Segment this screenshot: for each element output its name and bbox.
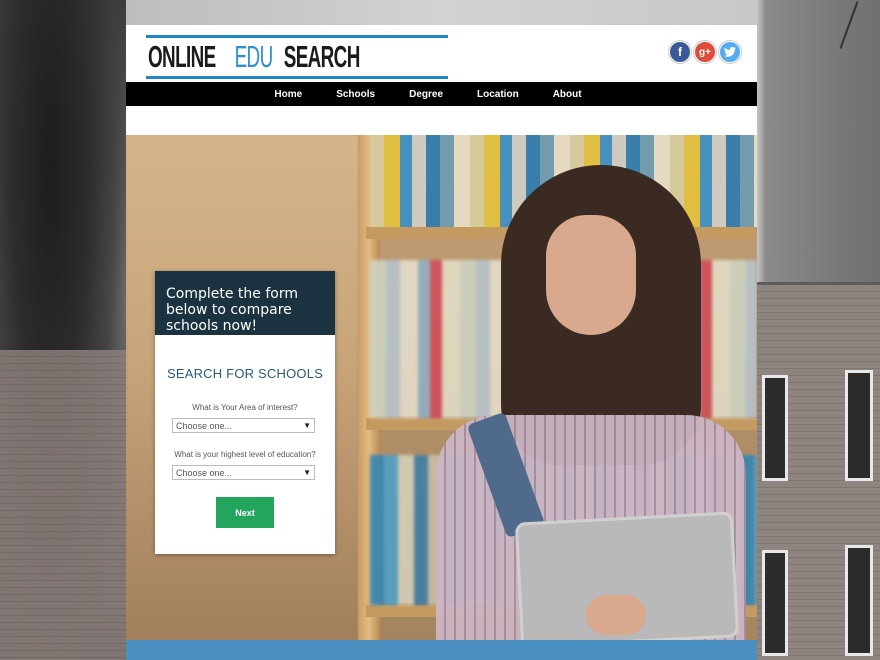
dropdown-caret-icon: ▼ [303, 421, 311, 430]
social-links: f g+ [669, 41, 741, 63]
background-window [762, 550, 788, 656]
site-header: ONLINE EDU SEARCH f g+ [126, 25, 757, 82]
nav-location[interactable]: Location [477, 89, 519, 100]
site-logo[interactable]: ONLINE EDU SEARCH [146, 35, 449, 79]
education-level-value: Choose one... [176, 467, 233, 478]
nav-home[interactable]: Home [274, 89, 302, 100]
twitter-icon[interactable] [719, 41, 741, 63]
website-container: ONLINE EDU SEARCH f g+ Home Schools Degree… [126, 25, 757, 660]
dropdown-caret-icon: ▼ [303, 468, 311, 477]
nav-about[interactable]: About [553, 89, 582, 100]
next-button[interactable]: Next [216, 497, 274, 528]
logo-text-search: SEARCH [283, 39, 360, 74]
background-branch [839, 1, 859, 49]
google-plus-icon[interactable]: g+ [694, 41, 716, 63]
footer-bar [126, 640, 757, 660]
logo-text-edu: EDU [234, 39, 274, 74]
background-window [845, 545, 873, 656]
form-header: Complete the form below to compare schoo… [155, 271, 335, 335]
nav-degree[interactable]: Degree [409, 89, 443, 100]
area-of-interest-select[interactable]: Choose one... ▼ [172, 418, 315, 433]
school-search-form: Complete the form below to compare schoo… [155, 271, 335, 554]
student-hand [586, 595, 646, 635]
background-window [845, 370, 873, 481]
facebook-icon[interactable]: f [669, 41, 691, 63]
form-title: SEARCH FOR SCHOOLS [166, 366, 323, 381]
student-face [546, 215, 636, 335]
background-window [762, 375, 788, 481]
background-building-left [0, 350, 126, 660]
nav-schools[interactable]: Schools [336, 89, 375, 100]
hero-image: Complete the form below to compare schoo… [126, 135, 757, 640]
main-nav: Home Schools Degree Location About [126, 82, 757, 106]
area-of-interest-label: What is Your Area of interest? [192, 403, 298, 412]
logo-text-online: ONLINE [148, 39, 216, 74]
education-level-label: What is your highest level of education? [174, 450, 316, 459]
education-level-select[interactable]: Choose one... ▼ [172, 465, 315, 480]
area-of-interest-value: Choose one... [176, 420, 233, 431]
